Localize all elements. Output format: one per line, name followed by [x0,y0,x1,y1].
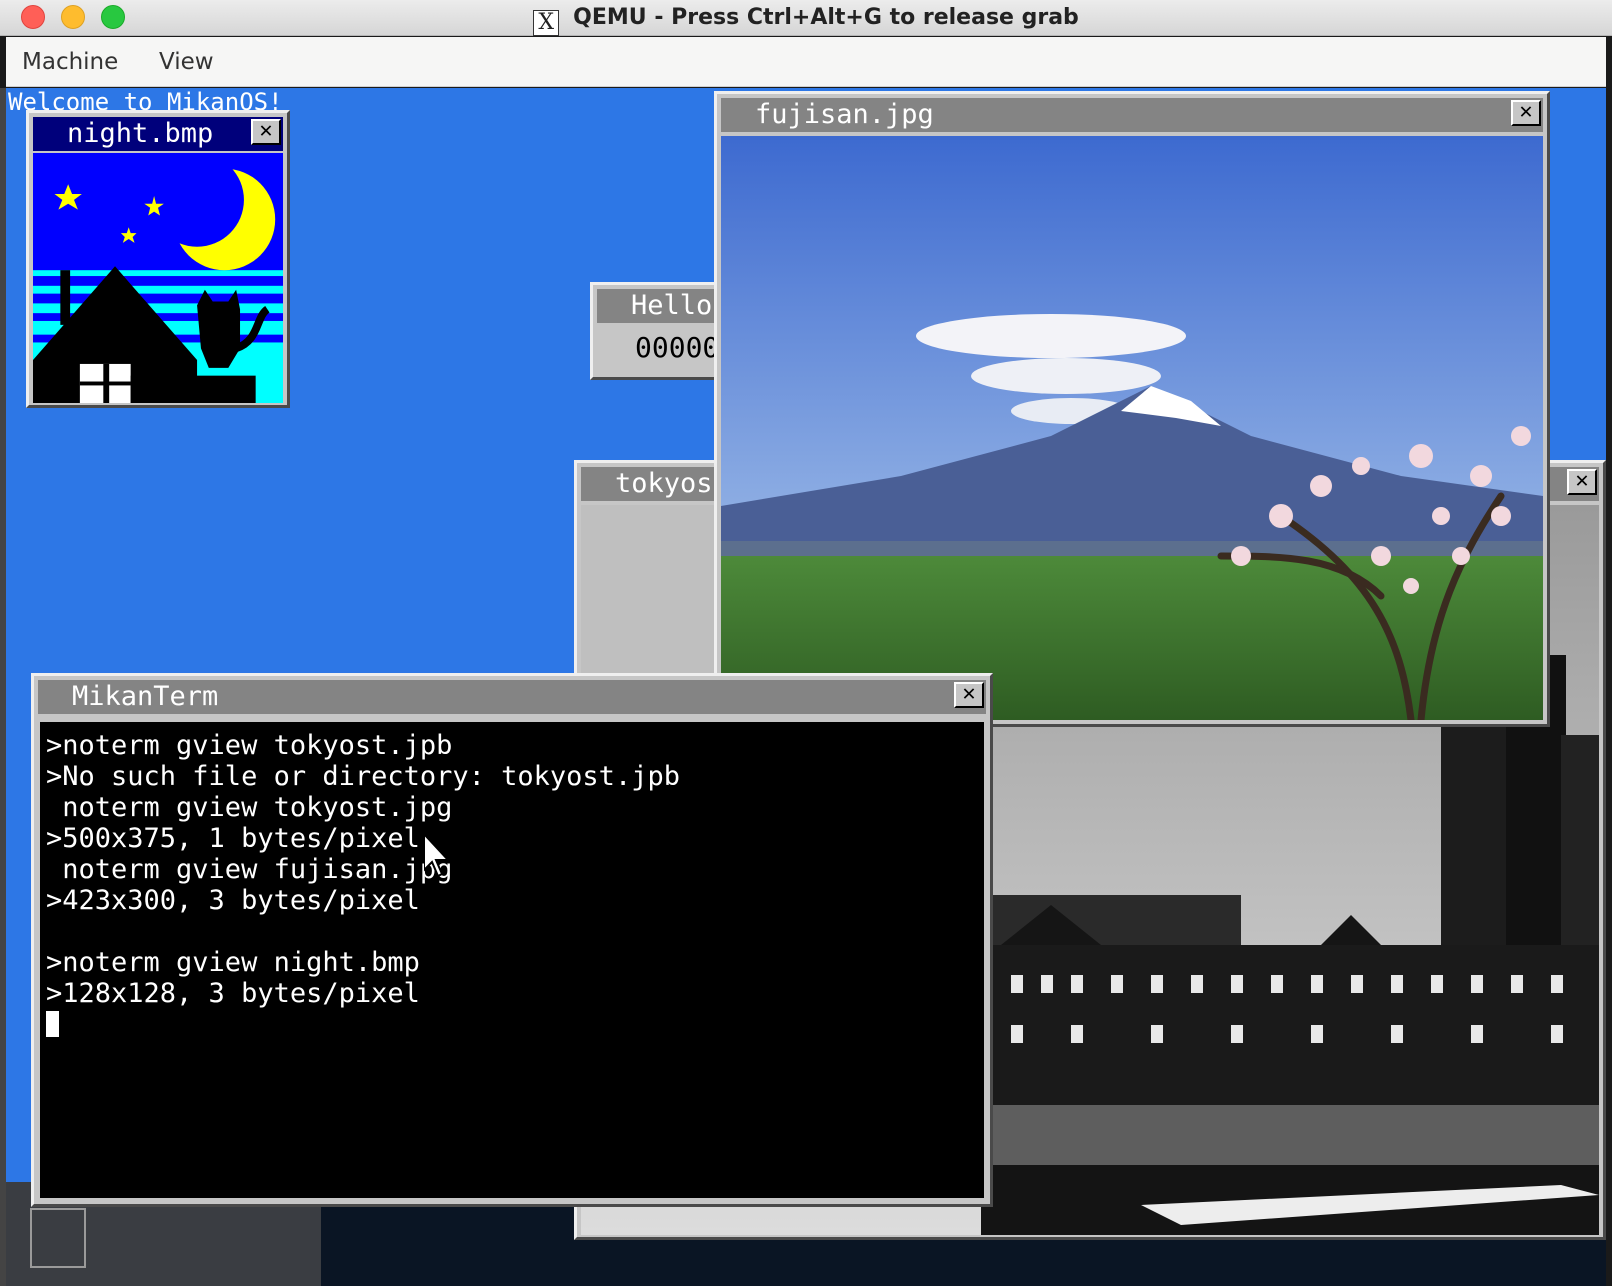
night-close-icon[interactable]: ✕ [251,119,281,145]
night-window[interactable]: night.bmp ✕ [26,110,290,408]
host-titlebar: X QEMU - Press Ctrl+Alt+G to release grab [0,0,1612,36]
fujisan-window-titlebar[interactable]: fujisan.jpg [721,98,1543,132]
mikanterm-close-icon[interactable]: ✕ [954,682,984,708]
fujisan-close-icon[interactable]: ✕ [1511,100,1541,126]
menu-view[interactable]: View [159,37,214,87]
terminal-line: >No such file or directory: tokyost.jpb [46,761,680,792]
terminal-prompt[interactable] [46,1009,978,1040]
terminal-line: >423x300, 3 bytes/pixel [46,885,420,916]
text-cursor [46,1011,59,1037]
fujisan-window[interactable]: fujisan.jpg ✕ [714,91,1550,727]
tokyost-close-icon[interactable]: ✕ [1567,469,1597,495]
terminal-output[interactable]: >noterm gview tokyost.jpb >No such file o… [40,722,984,1198]
host-window-title: X QEMU - Press Ctrl+Alt+G to release grab [0,0,1612,36]
menu-machine[interactable]: Machine [22,37,118,87]
terminal-line: >128x128, 3 bytes/pixel [46,978,420,1009]
night-window-titlebar[interactable]: night.bmp [33,117,283,151]
terminal-line: >noterm gview night.bmp [46,947,420,978]
mouse-pointer-icon [424,834,451,878]
x11-app-icon: X [533,10,560,36]
terminal-line: noterm gview tokyost.jpg [46,792,453,823]
mikanterm-window-titlebar[interactable]: MikanTerm [38,680,986,714]
night-scene-image [33,153,283,403]
mikanterm-window[interactable]: MikanTerm ✕ >noterm gview tokyost.jpb >No… [31,673,993,1207]
mikanos-desktop: Welcome to MikanOS! Hello 00000 tokyost.… [6,88,1606,1286]
hello-counter: 00000 [635,331,720,364]
terminal-line: >500x375, 1 bytes/pixel [46,823,420,854]
taskbar-start-button[interactable] [30,1208,86,1268]
mount-fuji-photo [721,136,1543,720]
terminal-line: noterm gview fujisan.jpg [46,854,453,885]
host-menubar: Machine View [6,37,1606,87]
terminal-line: >noterm gview tokyost.jpb [46,730,453,761]
